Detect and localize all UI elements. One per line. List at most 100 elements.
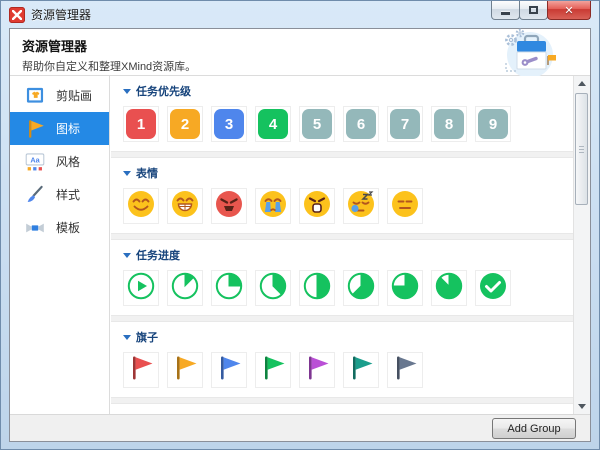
- flag-icon: [214, 353, 244, 388]
- marker-cell[interactable]: [475, 270, 511, 306]
- marker-cell[interactable]: [167, 352, 203, 388]
- marker-cell[interactable]: 4: [255, 106, 291, 142]
- marker-cell[interactable]: [343, 352, 379, 388]
- progress-0.25-icon: [214, 271, 244, 306]
- close-icon: ✕: [564, 4, 574, 17]
- style-aa-icon: Aa: [23, 150, 47, 174]
- sidebar: 剪贴画 图标 Aa 风格 样式 模板: [10, 76, 110, 414]
- dialog-body: 资源管理器 帮助你自定义和整理XMind资源库。 剪贴画 图标 Aa 风格 样式…: [9, 28, 591, 442]
- marker-row: [111, 348, 573, 397]
- marker-cell[interactable]: 3: [211, 106, 247, 142]
- marker-cell[interactable]: [211, 352, 247, 388]
- task-start-icon: [126, 271, 156, 306]
- group-label: 任务优先级: [136, 86, 191, 98]
- marker-cell[interactable]: [387, 352, 423, 388]
- sidebar-item-5[interactable]: 模板: [10, 211, 109, 244]
- minimize-icon: [501, 11, 510, 15]
- marker-cell[interactable]: [299, 270, 335, 306]
- maximize-button[interactable]: [519, 1, 548, 20]
- sidebar-item-4[interactable]: 样式: [10, 178, 109, 211]
- main-area: 剪贴画 图标 Aa 风格 样式 模板 任务优先级 123456789 表情 任务…: [10, 76, 590, 414]
- scroll-up-icon: [578, 81, 586, 86]
- marker-cell[interactable]: [123, 188, 159, 224]
- marker-cell[interactable]: [299, 352, 335, 388]
- progress-0.875-icon: [434, 271, 464, 306]
- close-button[interactable]: ✕: [547, 1, 591, 20]
- page-title: 资源管理器: [22, 39, 88, 54]
- emoji-sleepy-icon: [346, 189, 376, 224]
- template-icon: [23, 216, 47, 240]
- marker-cell[interactable]: [255, 352, 291, 388]
- emoji-smile-icon: [126, 189, 156, 224]
- priority-9-icon: 9: [478, 109, 508, 139]
- group-header-1[interactable]: 任务优先级: [111, 76, 573, 102]
- marker-cell[interactable]: [211, 270, 247, 306]
- flag-icon: [258, 353, 288, 388]
- add-group-button[interactable]: Add Group: [492, 418, 576, 439]
- marker-cell[interactable]: [343, 188, 379, 224]
- marker-cell[interactable]: 1: [123, 106, 159, 142]
- group-header-5[interactable]: 星星: [111, 404, 573, 414]
- marker-group: 任务进度: [111, 240, 573, 322]
- marker-cell[interactable]: [299, 188, 335, 224]
- window-title: 资源管理器: [31, 8, 92, 22]
- marker-cell[interactable]: 5: [299, 106, 335, 142]
- marker-cell[interactable]: [167, 270, 203, 306]
- page-subtitle: 帮助你自定义和整理XMind资源库。: [22, 61, 197, 73]
- sidebar-item-3[interactable]: Aa 风格: [10, 145, 109, 178]
- progress-0.5-icon: [302, 271, 332, 306]
- marker-cell[interactable]: [343, 270, 379, 306]
- marker-cell[interactable]: [123, 352, 159, 388]
- marker-cell[interactable]: [387, 270, 423, 306]
- titlebar[interactable]: 资源管理器 ✕: [1, 1, 599, 28]
- emoji-rage-icon: [214, 189, 244, 224]
- scroll-up-button[interactable]: [574, 76, 590, 91]
- progress-0.625-icon: [346, 271, 376, 306]
- maximize-icon: [529, 6, 538, 14]
- marker-cell[interactable]: 2: [167, 106, 203, 142]
- marker-cell[interactable]: 6: [343, 106, 379, 142]
- marker-cell[interactable]: [211, 188, 247, 224]
- vertical-scrollbar[interactable]: [573, 76, 590, 414]
- group-header-2[interactable]: 表情: [111, 158, 573, 184]
- progress-0.125-icon: [170, 271, 200, 306]
- scroll-down-button[interactable]: [574, 399, 590, 414]
- group-divider: [111, 315, 573, 322]
- priority-3-icon: 3: [214, 109, 244, 139]
- sidebar-item-1[interactable]: 剪贴画: [10, 79, 109, 112]
- brush-icon: [23, 183, 47, 207]
- marker-cell[interactable]: 7: [387, 106, 423, 142]
- footer-bar: Add Group: [10, 414, 590, 441]
- dialog-header: 资源管理器 帮助你自定义和整理XMind资源库。: [10, 28, 590, 78]
- marker-cell[interactable]: 9: [475, 106, 511, 142]
- collapse-triangle-icon: [123, 88, 131, 94]
- marker-cell[interactable]: [255, 188, 291, 224]
- marker-cell[interactable]: [167, 188, 203, 224]
- marker-row: [111, 266, 573, 315]
- sidebar-item-label: 剪贴画: [56, 89, 93, 103]
- marker-cell[interactable]: [255, 270, 291, 306]
- group-label: 旗子: [136, 332, 158, 344]
- collapse-triangle-icon: [123, 334, 131, 340]
- marker-cell[interactable]: [123, 270, 159, 306]
- group-header-4[interactable]: 旗子: [111, 322, 573, 348]
- marker-cell[interactable]: [431, 270, 467, 306]
- marker-cell[interactable]: 8: [431, 106, 467, 142]
- flag-icon: [170, 353, 200, 388]
- priority-8-icon: 8: [434, 109, 464, 139]
- sidebar-item-2[interactable]: 图标: [10, 112, 109, 145]
- marker-group: 任务优先级 123456789: [111, 76, 573, 158]
- resource-manager-window: 资源管理器 ✕ 资源管理器 帮助你自定义和整理XMind资源库。 剪贴画 图标 …: [0, 0, 600, 450]
- marker-flag-icon: [23, 117, 47, 141]
- emoji-grin-icon: [170, 189, 200, 224]
- scrollbar-grip-icon: [579, 146, 584, 153]
- group-label: 表情: [136, 168, 158, 180]
- marker-group: 星星: [111, 404, 573, 414]
- scrollbar-thumb[interactable]: [575, 93, 588, 205]
- group-divider: [111, 233, 573, 240]
- progress-0.75-icon: [390, 271, 420, 306]
- xmind-logo-icon: [9, 6, 25, 23]
- group-header-3[interactable]: 任务进度: [111, 240, 573, 266]
- marker-cell[interactable]: [387, 188, 423, 224]
- minimize-button[interactable]: [491, 1, 520, 20]
